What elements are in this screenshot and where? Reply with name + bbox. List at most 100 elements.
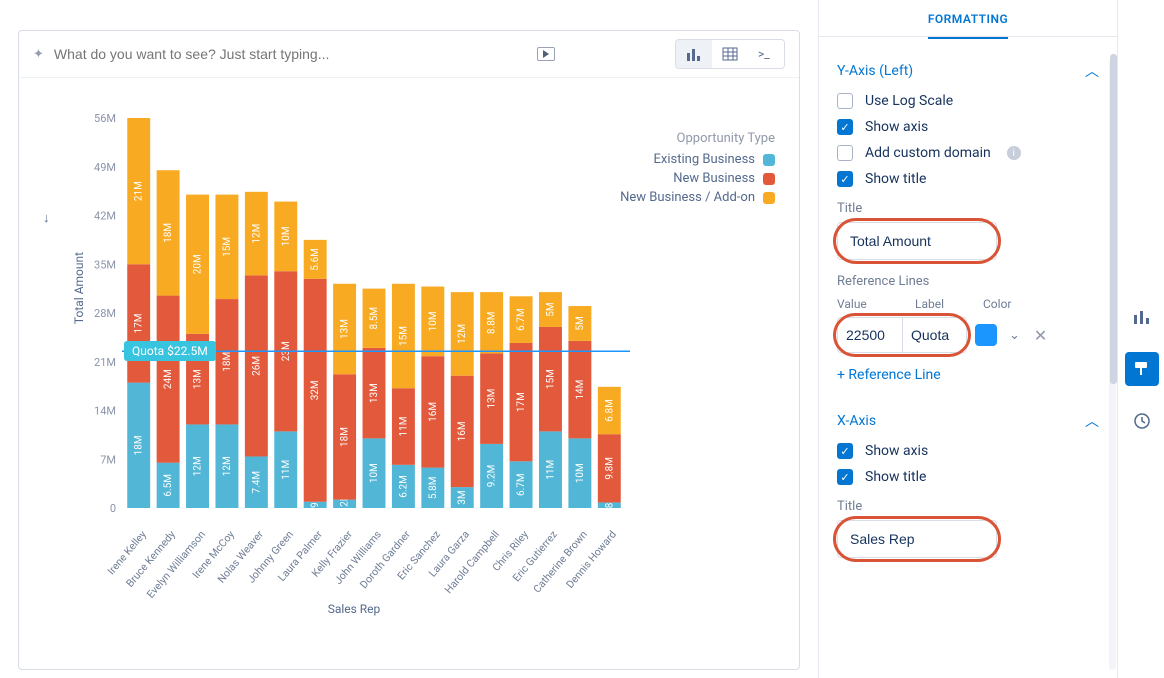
x-tick-label: Catherine Brown <box>580 528 590 536</box>
checkbox-show-x-title[interactable] <box>837 469 853 485</box>
checkbox-add-domain[interactable] <box>837 145 853 161</box>
bar-value-label: 3M <box>457 490 468 504</box>
bar-value-label: 21M <box>134 181 145 201</box>
ref-remove-icon[interactable]: ✕ <box>1034 326 1047 345</box>
ai-sparkle-icon: ✦ <box>33 47 44 62</box>
ref-value-input[interactable] <box>838 318 902 352</box>
bar-value-label: 18M <box>134 435 145 455</box>
legend-swatch <box>763 154 775 166</box>
svg-text:21M: 21M <box>94 356 116 369</box>
x-tick-label: Laura Garza <box>462 528 472 536</box>
bar-value-label: 15M <box>222 237 233 257</box>
x-tick-label: Eric Gutierrez <box>550 528 560 536</box>
legend-item[interactable]: New Business <box>620 171 775 186</box>
x-tick-label: Irene Kelley <box>139 528 149 536</box>
bar-value-label: 18M <box>340 427 351 447</box>
ref-lines-label: Reference Lines <box>837 274 1099 289</box>
bar-value-label: 16M <box>428 402 439 422</box>
bar-value-label: 11M <box>398 417 409 437</box>
x-tick-label: Laura Palmer <box>315 528 325 536</box>
svg-text:0: 0 <box>110 502 116 515</box>
chart-toolbar: ✦ >_ <box>19 31 799 78</box>
bar-value-label: 10M <box>575 463 586 483</box>
bar-value-label: 5.8M <box>428 476 439 499</box>
bar-value-label: 6.2M <box>398 475 409 498</box>
legend-title: Opportunity Type <box>620 131 775 146</box>
y-axis-title-input[interactable] <box>837 222 997 260</box>
label-add-domain: Add custom domain <box>865 145 991 161</box>
yaxis-arrow: ↓ <box>43 210 50 226</box>
ref-color-dropdown-icon[interactable] <box>1005 328 1020 343</box>
bar-value-label: 10M <box>428 311 439 331</box>
bar-value-label: 17M <box>134 313 145 333</box>
reference-line-inputs <box>837 317 967 353</box>
svg-text:28M: 28M <box>94 307 116 320</box>
label-show-title: Show title <box>865 171 926 187</box>
label-show-x-title: Show title <box>865 469 926 485</box>
legend: Opportunity Type Existing Business New Bu… <box>620 131 775 209</box>
ref-color-swatch[interactable] <box>975 324 997 346</box>
chevron-up-icon: ︿ <box>1085 61 1099 81</box>
bar-value-label: 5M <box>545 302 556 316</box>
y-axis-label: Total Amount <box>72 252 86 324</box>
x-tick-label: Kelly Frazier <box>345 528 355 536</box>
ref-col-label: Label <box>915 297 975 311</box>
x-axis-label: Sales Rep <box>69 602 639 616</box>
svg-text:49M: 49M <box>94 161 116 174</box>
run-query-button[interactable] <box>537 47 555 61</box>
bar-value-label: 32M <box>310 380 321 400</box>
bar-value-label: 14M <box>575 380 586 400</box>
bar-value-label: 15M <box>545 369 556 389</box>
x-tick-label: Chris Riley <box>521 528 531 536</box>
checkbox-show-x-axis[interactable] <box>837 443 853 459</box>
right-rail <box>1120 0 1164 678</box>
bar-value-label: 5.6M <box>310 248 321 271</box>
panel-scrollbar-thumb[interactable] <box>1110 54 1117 384</box>
bar-value-label: 6.5M <box>163 474 174 497</box>
bar-value-label: 11M <box>545 460 556 480</box>
bar-value-label: 11M <box>281 460 292 480</box>
svg-text:42M: 42M <box>94 210 116 223</box>
nlq-input[interactable] <box>54 46 527 62</box>
bar-value-label: 18M <box>222 352 233 372</box>
section-y-axis[interactable]: Y-Axis (Left)︿ <box>837 61 1099 81</box>
table-view-icon[interactable] <box>712 40 748 68</box>
add-reference-line[interactable]: + Reference Line <box>837 367 1099 383</box>
bar-value-label: 12M <box>457 324 468 344</box>
info-icon[interactable]: i <box>1007 146 1021 160</box>
bar-value-label: 13M <box>340 319 351 339</box>
bar-value-label: 10M <box>281 226 292 246</box>
section-x-axis[interactable]: X-Axis︿ <box>837 411 1099 431</box>
ref-col-value: Value <box>837 297 907 311</box>
tab-formatting[interactable]: FORMATTING <box>819 0 1117 37</box>
bar-value-label: 10M <box>369 463 380 483</box>
x-title-field-label: Title <box>837 499 1099 514</box>
checkbox-show-y-axis[interactable] <box>837 119 853 135</box>
bar-value-label: 13M <box>369 383 380 403</box>
rail-history-icon[interactable] <box>1125 404 1159 438</box>
label-use-log: Use Log Scale <box>865 93 953 109</box>
bar-value-label: 6.8M <box>604 399 615 422</box>
bar-value-label: 12M <box>193 456 204 476</box>
label-show-x-axis: Show axis <box>865 443 928 459</box>
svg-text:>_: >_ <box>758 47 770 61</box>
chart-view-icon[interactable] <box>676 40 712 68</box>
x-axis-title-input[interactable] <box>837 520 997 558</box>
legend-item[interactable]: Existing Business <box>620 152 775 167</box>
x-tick-label: Irene McCoy <box>227 528 237 536</box>
checkbox-show-y-title[interactable] <box>837 171 853 187</box>
svg-text:7M: 7M <box>100 453 116 466</box>
query-view-icon[interactable]: >_ <box>748 40 784 68</box>
chart-panel: ✦ >_ ↓ Total Amount 07M14M21M28M35M42M49… <box>18 30 800 670</box>
legend-item[interactable]: New Business / Add-on <box>620 190 775 205</box>
checkbox-use-log[interactable] <box>837 93 853 109</box>
legend-swatch <box>763 192 775 204</box>
ref-label-input[interactable] <box>902 318 966 352</box>
bar-value-label: 6.7M <box>516 308 527 331</box>
svg-text:56M: 56M <box>94 112 116 125</box>
rail-paint-icon[interactable] <box>1125 352 1159 386</box>
x-tick-label: Bruce Kennedy <box>168 528 178 536</box>
rail-chart-icon[interactable] <box>1125 300 1159 334</box>
bar-value-label: 12M <box>251 224 262 244</box>
bar-value-label: 15M <box>398 326 409 346</box>
